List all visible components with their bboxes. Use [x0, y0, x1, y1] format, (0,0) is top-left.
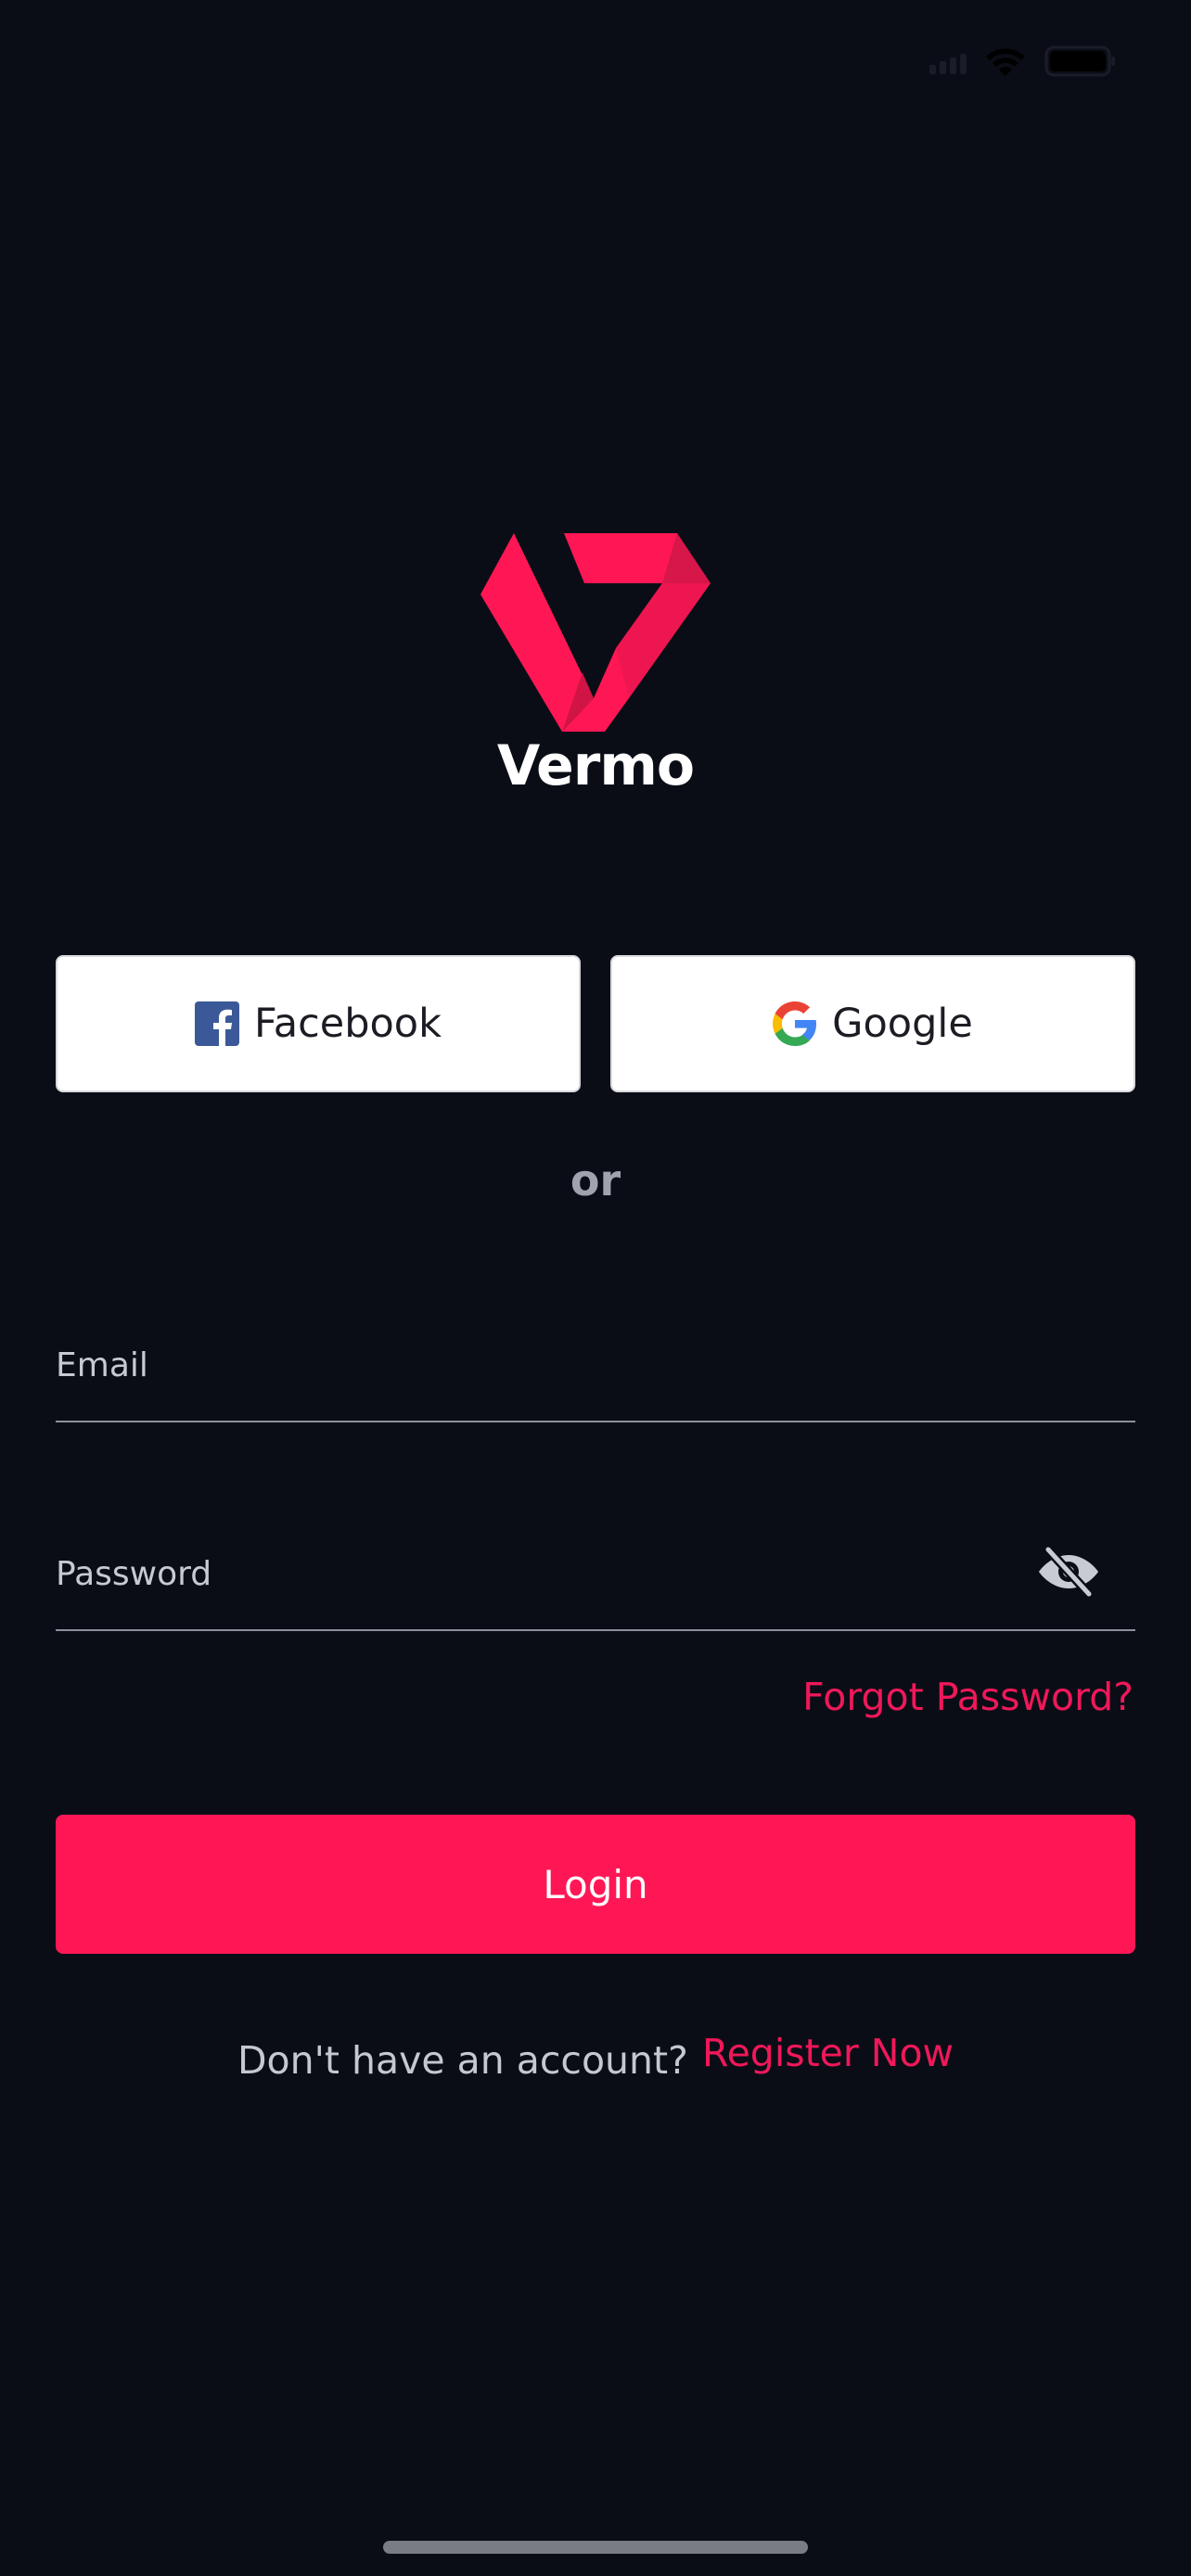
password-field [56, 1518, 1135, 1631]
forgot-password-link[interactable]: Forgot Password? [802, 1675, 1133, 1719]
email-field [56, 1309, 1135, 1422]
status-time: 6:21 [128, 38, 229, 92]
wifi-icon [983, 45, 1028, 78]
vermo-logo-icon [480, 533, 711, 732]
signal-icon [929, 48, 967, 74]
register-prompt: Don't have an account? [237, 2038, 688, 2083]
register-now-link[interactable]: Register Now [702, 2031, 954, 2075]
email-input[interactable] [56, 1309, 1135, 1421]
google-icon [773, 1001, 817, 1046]
google-label: Google [832, 1001, 973, 1047]
google-button[interactable]: Google [610, 955, 1135, 1092]
home-indicator [383, 2541, 808, 2554]
facebook-icon [194, 1001, 239, 1046]
status-bar: 6:21 [0, 0, 1191, 139]
app-logo: Vermo [0, 533, 1191, 798]
app-name: Vermo [496, 733, 695, 798]
social-login-row: Facebook Google [56, 955, 1135, 1094]
login-button[interactable]: Login [56, 1815, 1135, 1954]
register-row: Don't have an account? Register Now [0, 2031, 1191, 2083]
or-divider: or [570, 1155, 621, 1205]
battery-icon [1044, 45, 1117, 78]
password-input[interactable] [56, 1518, 1135, 1629]
status-icons [929, 45, 1117, 78]
login-label: Login [543, 1861, 648, 1907]
eye-off-icon[interactable] [1037, 1545, 1100, 1602]
facebook-label: Facebook [253, 1001, 442, 1047]
facebook-button[interactable]: Facebook [56, 955, 581, 1092]
